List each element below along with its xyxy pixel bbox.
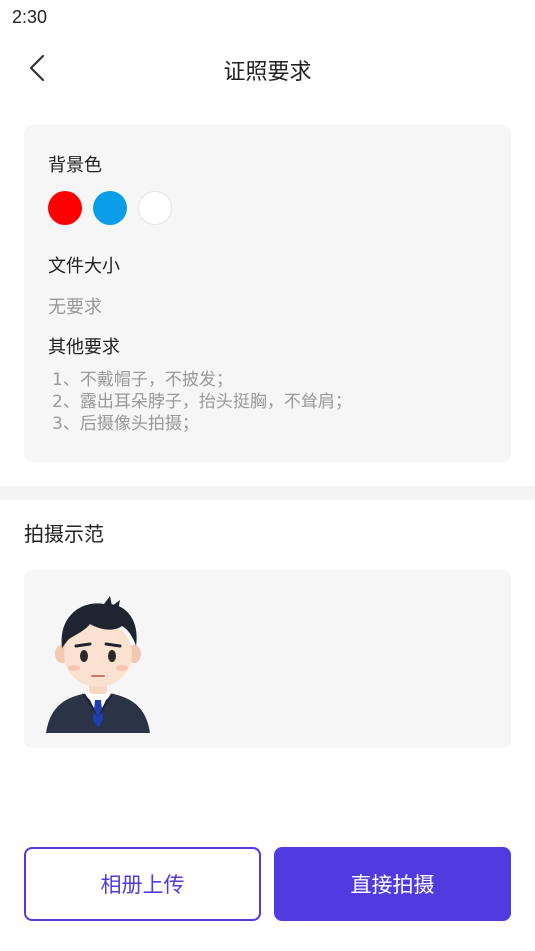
- file-size-value: 无要求: [48, 297, 102, 318]
- page-title: 证照要求: [223, 60, 312, 85]
- swatch-blue[interactable]: [93, 191, 127, 225]
- status-bar: 2:30: [0, 0, 535, 36]
- other-requirements-label: 其他要求: [48, 337, 120, 358]
- swatch-red[interactable]: [48, 191, 82, 225]
- swatch-white[interactable]: [138, 191, 172, 225]
- list-item: 1、不戴帽子，不披发；: [52, 370, 233, 390]
- list-item: 2、露出耳朵脖子，抬头挺胸，不耸肩；: [52, 392, 352, 412]
- background-color-label: 背景色: [48, 155, 102, 176]
- section-divider: [0, 486, 535, 500]
- demo-card: [24, 570, 511, 748]
- status-time: 2:30: [12, 7, 48, 27]
- requirements-card: 背景色 文件大小 无要求 其他要求 1、不戴帽子，不披发； 2、露出耳朵脖子，抬…: [24, 125, 511, 462]
- other-requirements-list: 1、不戴帽子，不披发； 2、露出耳朵脖子，抬头挺胸，不耸肩； 3、后摄像头拍摄；: [52, 369, 352, 435]
- sample-portrait-illustration: [46, 596, 150, 733]
- take-photo-button[interactable]: 直接拍摄: [274, 847, 511, 921]
- list-item: 3、后摄像头拍摄；: [52, 414, 199, 434]
- background-color-swatches: [48, 191, 172, 225]
- file-size-label: 文件大小: [48, 256, 120, 277]
- nav-bar: 证照要求: [0, 38, 535, 100]
- demo-title: 拍摄示范: [24, 522, 104, 546]
- album-upload-button[interactable]: 相册上传: [24, 847, 261, 921]
